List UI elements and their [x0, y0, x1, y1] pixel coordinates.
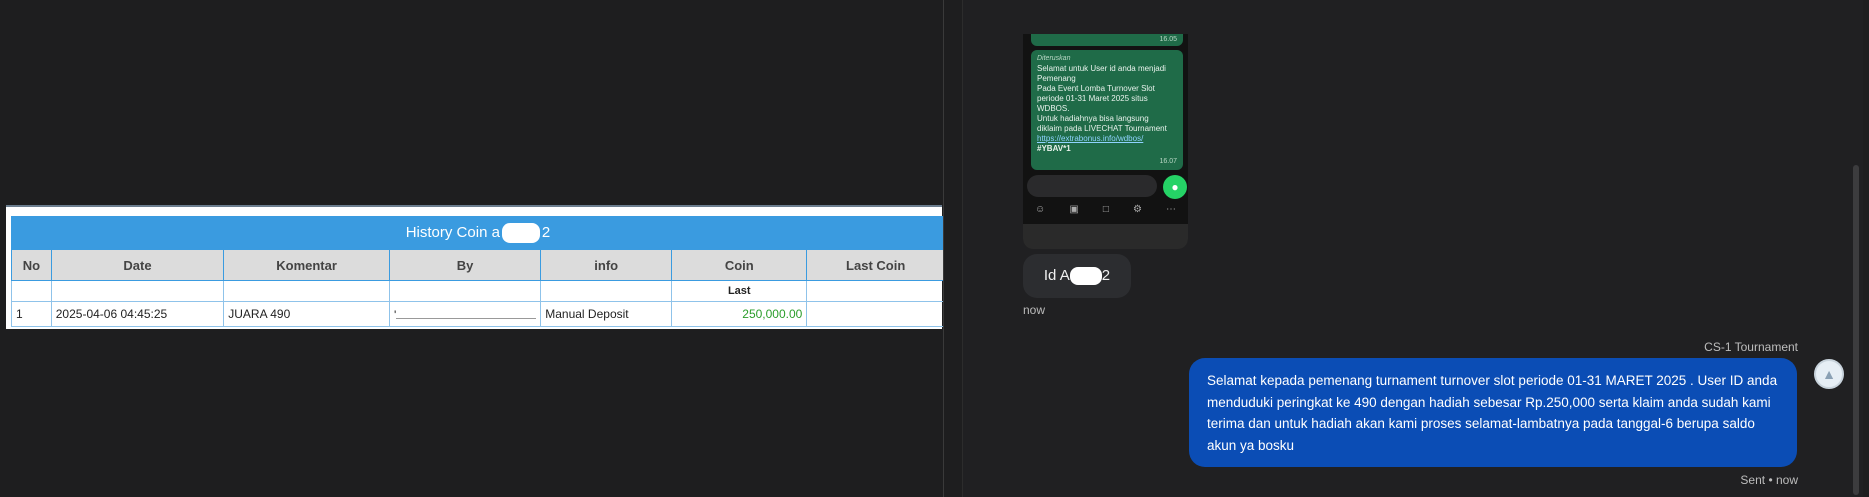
agent-message-bubble: Selamat kepada pemenang turnament turnov… — [1189, 358, 1797, 467]
column-header-no[interactable]: No — [11, 249, 52, 281]
wa-line-2: Pemenang — [1037, 74, 1076, 83]
keyboard-toolbar: ☺ ▣ □ ⚙ ⋯ — [1023, 204, 1188, 220]
wa-line-4: periode 01-31 Maret 2025 situs WDBOS. — [1037, 94, 1148, 113]
column-header-info[interactable]: info — [540, 249, 673, 281]
history-table: No Date Komentar By info Coin Last Coin … — [11, 249, 945, 327]
redaction-mark — [501, 223, 540, 244]
wa-line-3: Pada Event Lomba Turnover Slot — [1037, 84, 1155, 93]
keyboard-keys — [1023, 224, 1188, 249]
table-row[interactable]: 1 2025-04-06 04:45:25 JUARA 490 ' Manual… — [11, 301, 945, 327]
wa-time: 16.07 — [1159, 158, 1177, 165]
column-header-coin[interactable]: Coin — [671, 249, 808, 281]
wa-tag: #YBAV*1 — [1037, 144, 1071, 153]
wa-line-6: diklaim pada LIVECHAT Tournament — [1037, 124, 1167, 133]
message-sent-status: Sent • now — [1740, 473, 1798, 487]
user-message-suffix: 2 — [1101, 267, 1111, 284]
wa-forwarded-message: Diteruskan Selamat untuk User id anda me… — [1031, 50, 1183, 170]
history-coin-panel: History Coin a 2 No Date Komentar By info… — [6, 205, 945, 329]
chat-transcript[interactable]: 16.05 Diteruskan Selamat untuk User id a… — [962, 0, 1863, 497]
forwarded-label: Diteruskan — [1037, 55, 1071, 62]
cell-by: ' — [388, 301, 542, 327]
more-icon: ⋯ — [1165, 204, 1176, 215]
user-message-prefix: Id A — [1043, 267, 1070, 284]
left-panel: History Coin a 2 No Date Komentar By info… — [0, 0, 945, 497]
mic-icon: ● — [1163, 175, 1187, 199]
clipboard-icon: □ — [1102, 204, 1109, 215]
wa-line-1: Selamat untuk User id anda menjadi — [1037, 64, 1166, 73]
history-title: History Coin a 2 — [11, 216, 945, 249]
right-panel: 16.05 Diteruskan Selamat untuk User id a… — [944, 0, 1869, 497]
column-header-komentar[interactable]: Komentar — [223, 249, 390, 281]
whatsapp-screenshot-image[interactable]: 16.05 Diteruskan Selamat untuk User id a… — [1023, 34, 1188, 249]
wa-line-5: Untuk hadiahnya bisa langsung — [1037, 114, 1149, 123]
history-title-suffix: 2 — [541, 224, 551, 241]
gif-icon: ▣ — [1069, 204, 1079, 215]
cell-date: 2025-04-06 04:45:25 — [50, 301, 225, 327]
column-header-date[interactable]: Date — [50, 249, 225, 281]
settings-icon: ⚙ — [1132, 204, 1142, 215]
wa-link[interactable]: https://extrabonus.info/wdbos/ — [1037, 134, 1177, 144]
table-subheader-row: Last — [11, 280, 945, 302]
table-header-row: No Date Komentar By info Coin Last Coin — [11, 249, 945, 281]
agent-avatar: ▲ — [1814, 359, 1844, 389]
user-message-time: now — [1023, 303, 1046, 317]
cell-last-coin — [806, 301, 945, 327]
column-header-by[interactable]: By — [388, 249, 542, 281]
redaction-mark — [1069, 267, 1102, 286]
user-message-bubble: Id A 2 — [1023, 254, 1131, 298]
history-title-prefix: History Coin a — [405, 224, 500, 241]
emoji-icon: ☺ — [1035, 204, 1046, 215]
cell-komentar: JUARA 490 — [223, 301, 390, 327]
cell-info: Manual Deposit — [540, 301, 673, 327]
agent-name: CS-1 Tournament — [1704, 340, 1798, 354]
wa-input-field — [1027, 175, 1157, 197]
wa-previous-time: 16.05 — [1031, 34, 1183, 46]
by-field — [396, 306, 537, 319]
cell-no: 1 — [11, 301, 52, 327]
cell-coin: 250,000.00 — [671, 301, 808, 327]
sub-label: Last — [671, 280, 808, 302]
chat-scrollbar[interactable] — [1853, 165, 1859, 495]
column-header-last-coin[interactable]: Last Coin — [806, 249, 945, 281]
